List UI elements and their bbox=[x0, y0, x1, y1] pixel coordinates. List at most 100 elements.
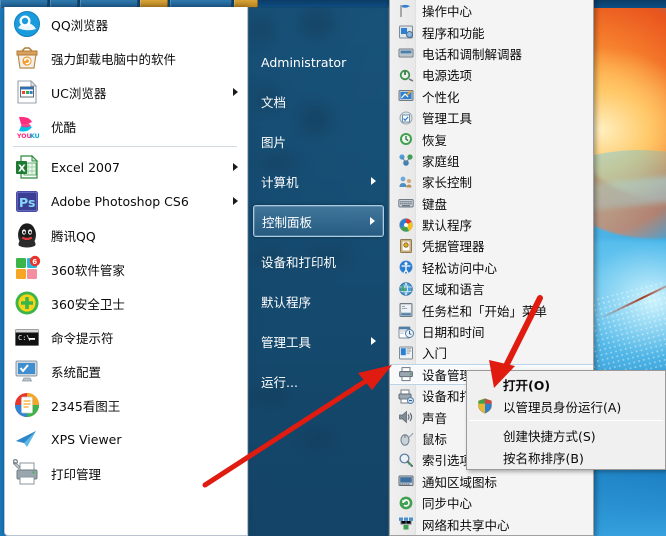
program-item-360-software-manager[interactable]: 6 360软件管家 bbox=[5, 252, 247, 286]
place-label: 文档 bbox=[261, 94, 287, 110]
program-item-command-prompt[interactable]: C:\ 命令提示符 bbox=[5, 320, 247, 354]
cp-item-phone-modem[interactable]: 电话和调制解调器 bbox=[390, 43, 593, 64]
cp-label: 轻松访问中心 bbox=[422, 260, 498, 276]
place-item-computer[interactable]: 计算机 bbox=[253, 165, 384, 197]
cp-item-action-center[interactable]: 操作中心 bbox=[390, 0, 593, 21]
program-label: 360软件管家 bbox=[51, 262, 125, 278]
cp-item-homegroup[interactable]: 家庭组 bbox=[390, 150, 593, 171]
program-item-print-management[interactable]: 打印管理 bbox=[5, 456, 247, 490]
program-label: XPS Viewer bbox=[51, 431, 122, 447]
program-item-tencent-qq[interactable]: 腾讯QQ bbox=[5, 218, 247, 252]
program-item-uninstall-software[interactable]: 强力卸载电脑中的软件 bbox=[5, 41, 247, 75]
place-label: 设备和打印机 bbox=[261, 254, 337, 270]
notification-icon bbox=[398, 473, 414, 489]
cp-item-taskbar-start-menu[interactable]: 任务栏和「开始」菜单 bbox=[390, 299, 593, 320]
region-icon bbox=[398, 281, 414, 297]
cp-item-notification-area-icons[interactable]: 通知区域图标 bbox=[390, 471, 593, 492]
program-item-photoshop-cs6[interactable]: Ps Adobe Photoshop CS6 bbox=[5, 184, 247, 218]
place-gap bbox=[249, 117, 388, 125]
cp-item-personalization[interactable]: 个性化 bbox=[390, 86, 593, 107]
cp-item-region-language[interactable]: 区域和语言 bbox=[390, 278, 593, 299]
cp-item-keyboard[interactable]: 键盘 bbox=[390, 193, 593, 214]
cp-label: 任务栏和「开始」菜单 bbox=[422, 303, 548, 319]
homegroup-icon bbox=[398, 152, 414, 168]
program-label: QQ浏览器 bbox=[51, 17, 109, 33]
place-item-administrative-tools[interactable]: 管理工具 bbox=[253, 325, 384, 357]
modem-icon bbox=[398, 45, 414, 61]
context-item-sort-by-name[interactable]: 按名称排序(B) bbox=[467, 446, 665, 468]
cp-item-sync-center[interactable]: 同步中心 bbox=[390, 492, 593, 513]
context-label: 创建快捷方式(S) bbox=[503, 428, 596, 444]
cp-label: 家庭组 bbox=[422, 153, 460, 169]
photoshop-icon: Ps bbox=[13, 187, 41, 215]
program-item-360-safe-guard[interactable]: 360安全卫士 bbox=[5, 286, 247, 320]
cp-item-date-time[interactable]: 日期和时间 bbox=[390, 321, 593, 342]
devices-printers-icon bbox=[398, 388, 414, 404]
cp-label: 键盘 bbox=[422, 196, 448, 212]
cp-item-network-sharing-center[interactable]: 网络和共享中心 bbox=[390, 513, 593, 534]
360-safe-icon bbox=[13, 289, 41, 317]
flag-icon bbox=[398, 3, 414, 19]
place-gap bbox=[249, 317, 388, 325]
start-menu-programs-pane: QQ浏览器 强力卸载电脑中的软件 UC浏览器 YOU KU 优酷 X Excel… bbox=[4, 7, 248, 536]
chevron-right-icon bbox=[371, 337, 376, 345]
program-item-2345-image-viewer[interactable]: 2345看图王 bbox=[5, 388, 247, 422]
program-label: 命令提示符 bbox=[51, 330, 114, 346]
cp-label: 通知区域图标 bbox=[422, 474, 498, 490]
cp-label: 网络和共享中心 bbox=[422, 517, 510, 533]
program-item-xps-viewer[interactable]: XPS Viewer bbox=[5, 422, 247, 456]
cp-item-default-programs[interactable]: 默认程序 bbox=[390, 214, 593, 235]
program-label: Adobe Photoshop CS6 bbox=[51, 193, 189, 209]
cp-label: 声音 bbox=[422, 410, 448, 426]
ease-access-icon bbox=[398, 259, 414, 275]
uninstall-icon bbox=[13, 44, 41, 72]
chevron-right-icon bbox=[233, 197, 238, 205]
place-item-documents[interactable]: 文档 bbox=[253, 85, 384, 117]
cp-item-power-options[interactable]: 电源选项 bbox=[390, 64, 593, 85]
place-item-devices-and-printers[interactable]: 设备和打印机 bbox=[253, 245, 384, 277]
programs-icon bbox=[398, 24, 414, 40]
cp-item-administrative-tools[interactable]: 管理工具 bbox=[390, 107, 593, 128]
cp-label: 管理工具 bbox=[422, 111, 473, 127]
cp-label: 区域和语言 bbox=[422, 282, 485, 298]
programs-separator bbox=[13, 146, 237, 147]
cp-item-ease-of-access-center[interactable]: 轻松访问中心 bbox=[390, 257, 593, 278]
place-item-pictures[interactable]: 图片 bbox=[253, 125, 384, 157]
place-item-administrator[interactable]: Administrator bbox=[253, 47, 384, 77]
program-label: 系统配置 bbox=[51, 364, 102, 380]
place-item-control-panel[interactable]: 控制面板 bbox=[253, 205, 384, 237]
context-item-open[interactable]: 打开(O) bbox=[467, 373, 665, 395]
context-item-create-shortcut[interactable]: 创建快捷方式(S) bbox=[467, 424, 665, 446]
cp-label: 电话和调制解调器 bbox=[422, 46, 523, 62]
command-prompt-icon: C:\ bbox=[13, 323, 41, 351]
device-manager-context-menu: 打开(O) 以管理员身份运行(A) 创建快捷方式(S) 按名称排序(B) bbox=[466, 370, 666, 470]
cp-item-recovery[interactable]: 恢复 bbox=[390, 128, 593, 149]
program-item-youku[interactable]: YOU KU 优酷 bbox=[5, 109, 247, 143]
cp-item-programs-features[interactable]: 程序和功能 bbox=[390, 21, 593, 42]
chevron-right-icon bbox=[370, 217, 375, 225]
cp-item-credential-manager[interactable]: 凭据管理器 bbox=[390, 235, 593, 256]
svg-text:Ps: Ps bbox=[19, 195, 35, 210]
program-item-excel-2007[interactable]: X Excel 2007 bbox=[5, 150, 247, 184]
context-menu-separator bbox=[469, 420, 663, 421]
cp-item-getting-started[interactable]: 入门 bbox=[390, 342, 593, 363]
personalize-icon bbox=[398, 88, 414, 104]
place-label: 运行... bbox=[261, 374, 298, 390]
place-item-default-programs[interactable]: 默认程序 bbox=[253, 285, 384, 317]
mouse-icon bbox=[398, 431, 414, 447]
cp-label: 默认程序 bbox=[422, 218, 473, 234]
program-item-qq-browser[interactable]: QQ浏览器 bbox=[5, 7, 247, 41]
cp-label: 鼠标 bbox=[422, 432, 448, 447]
context-item-run-as-administrator[interactable]: 以管理员身份运行(A) bbox=[467, 395, 665, 417]
place-item-run[interactable]: 运行... bbox=[253, 365, 384, 397]
cp-item-parental-controls[interactable]: 家长控制 bbox=[390, 171, 593, 192]
sound-icon bbox=[398, 409, 414, 425]
program-item-uc-browser[interactable]: UC浏览器 bbox=[5, 75, 247, 109]
place-label: 控制面板 bbox=[262, 214, 313, 230]
place-gap bbox=[249, 77, 388, 85]
indexing-icon bbox=[398, 452, 414, 468]
program-item-system-configuration[interactable]: 系统配置 bbox=[5, 354, 247, 388]
place-gap bbox=[249, 357, 388, 365]
cp-label: 同步中心 bbox=[422, 496, 473, 512]
cp-label: 入门 bbox=[422, 346, 448, 362]
